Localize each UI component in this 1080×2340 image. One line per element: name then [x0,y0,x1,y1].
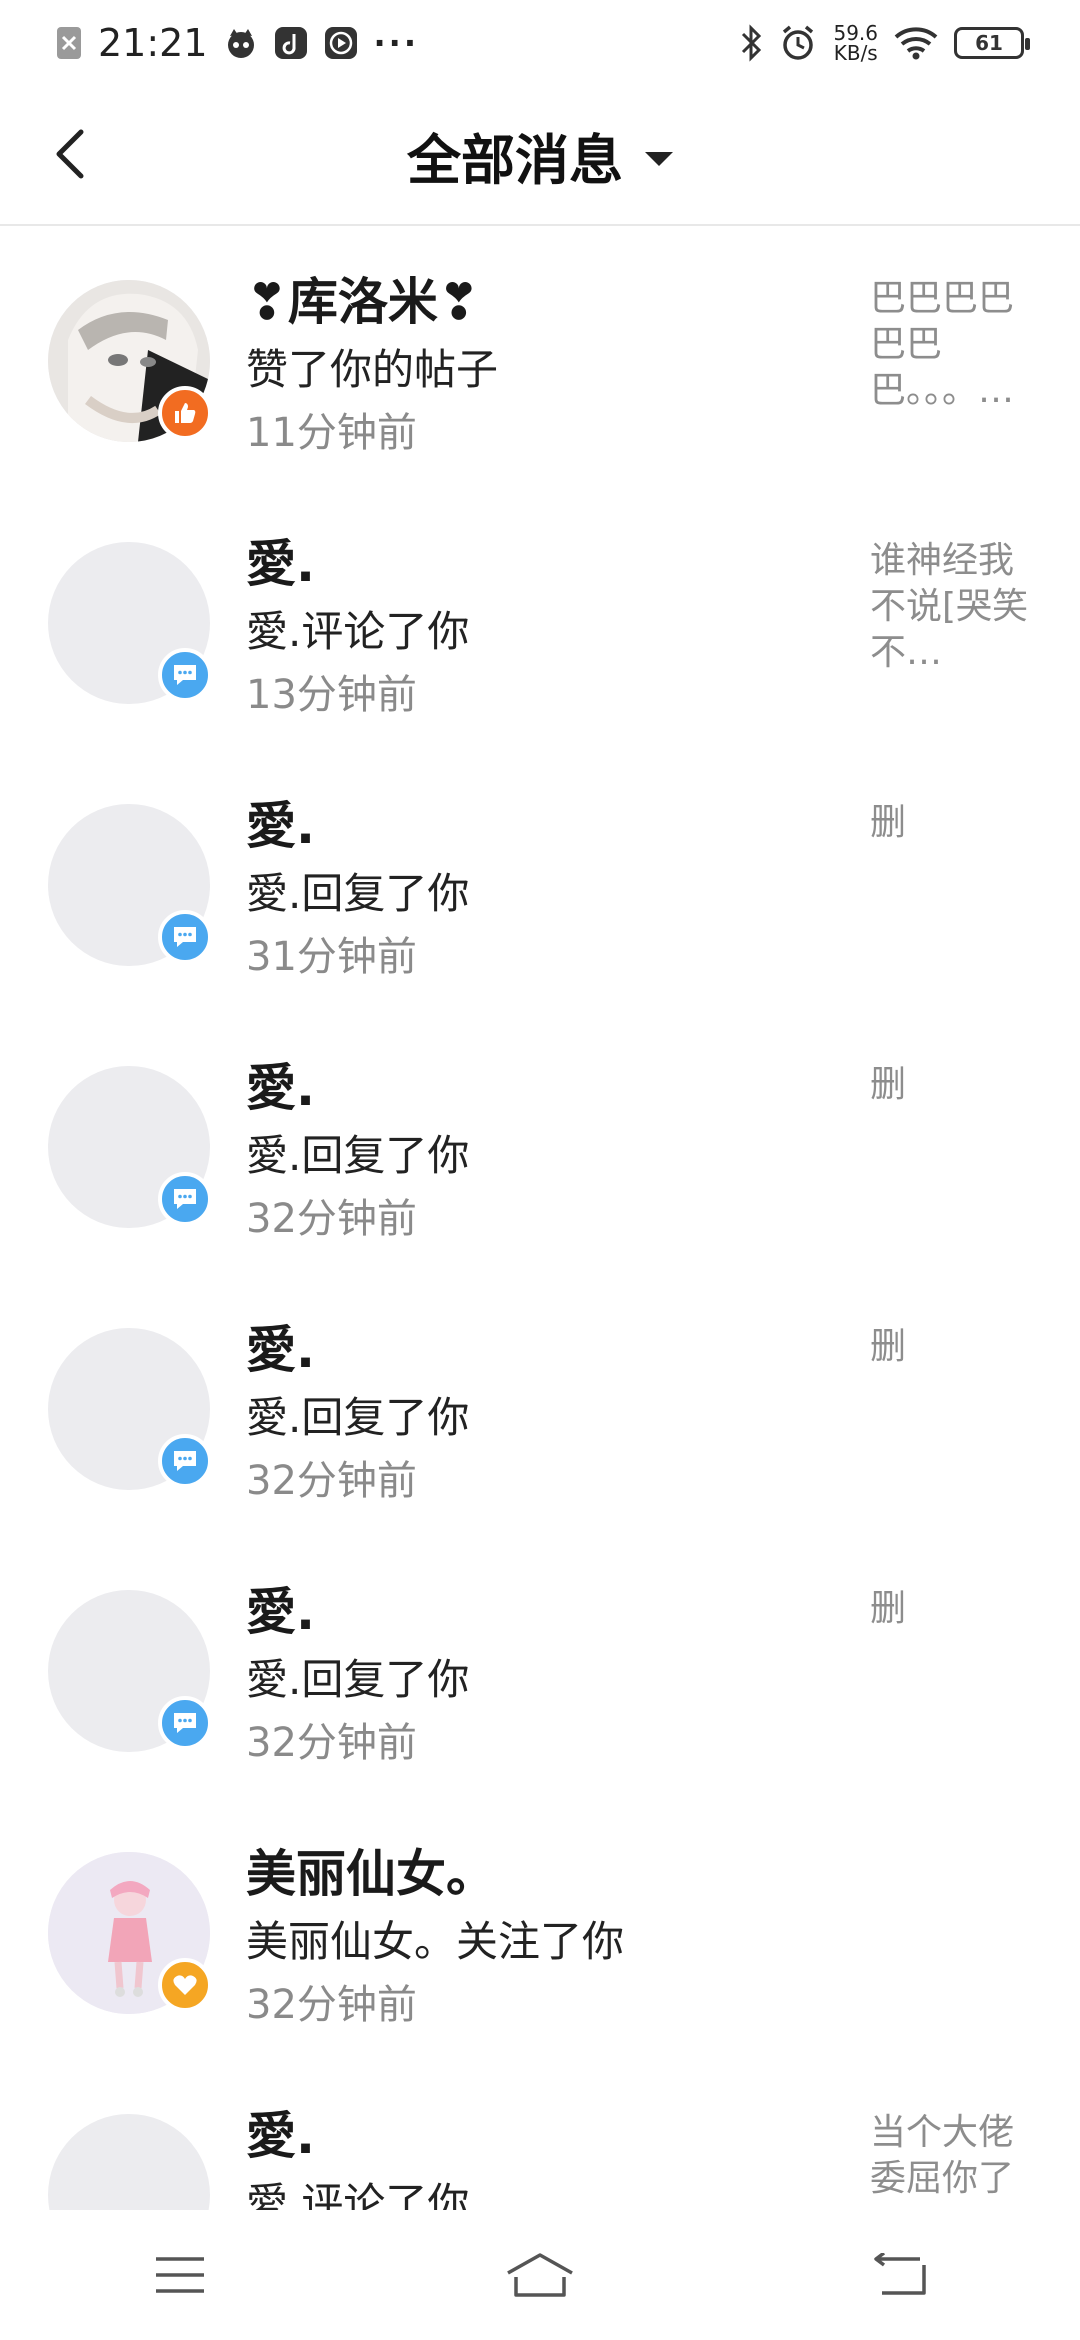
comment-icon [174,1713,196,1733]
avatar[interactable] [48,2114,210,2210]
message-item[interactable]: 美丽仙女。 美丽仙女。关注了你 32分钟前 [0,1798,1080,2060]
message-time: 32分钟前 [246,1720,417,1766]
like-badge [158,386,212,440]
network-speed: 59.6 KB/s [833,23,878,63]
message-preview[interactable]: 删 [870,1062,1030,1108]
message-time: 13分钟前 [246,672,417,718]
wifi-icon [894,25,938,61]
message-preview[interactable]: 巴巴巴巴巴巴巴。。。… [870,276,1030,414]
system-nav-bar [0,2210,1080,2340]
message-preview[interactable]: 当个大佬委屈你了 [870,2110,1030,2202]
music-app-icon [274,26,308,60]
message-list[interactable]: ❣库洛米❣ 赞了你的帖子 11分钟前 巴巴巴巴巴巴巴。。。… 愛. 愛.评论了你… [0,226,1080,2210]
comment-badge [158,648,212,702]
sender-name[interactable]: 愛. [246,1572,315,1644]
message-action: 愛.评论了你 [246,607,470,656]
video-app-icon [324,26,358,60]
message-item[interactable]: 愛. 愛.评论了你 当个大佬委屈你了 [0,2060,1080,2210]
status-bar: 21:21 ··· 59.6 KB/s 61 [0,0,1080,86]
page-title: 全部消息 [407,129,623,192]
battery-icon: 61 [954,27,1030,59]
message-action: 愛.回复了你 [246,1131,470,1180]
sender-name[interactable]: 愛. [246,786,315,858]
message-item[interactable]: ❣库洛米❣ 赞了你的帖子 11分钟前 巴巴巴巴巴巴巴。。。… [0,226,1080,488]
like-icon [175,403,196,423]
heart-icon [173,1975,197,1995]
sender-name[interactable]: 美丽仙女。 [246,1834,496,1906]
message-preview[interactable]: 删 [870,1586,1030,1632]
title-wrap: 全部消息 [0,116,1080,195]
comment-badge [158,910,212,964]
comment-badge [158,1696,212,1750]
sender-name[interactable]: 愛. [246,1048,315,1120]
sender-name[interactable]: 愛. [246,1310,315,1382]
nav-home-button[interactable] [480,2235,600,2315]
status-bar-left: 21:21 ··· [56,21,419,65]
menu-icon [156,2257,204,2293]
comment-icon [174,665,196,685]
message-action: 愛.回复了你 [246,869,470,918]
sender-name[interactable]: ❣库洛米❣ [246,262,480,334]
message-time: 32分钟前 [246,1982,417,2028]
sender-name[interactable]: 愛. [246,524,315,596]
comment-badge [158,1172,212,1226]
nav-menu-button[interactable] [120,2235,240,2315]
status-bar-right: 59.6 KB/s 61 [739,23,1030,63]
comment-badge [158,1434,212,1488]
message-preview[interactable]: 删 [870,1324,1030,1370]
message-action: 愛.回复了你 [246,1393,470,1442]
message-action: 赞了你的帖子 [246,345,499,394]
message-action: 愛.评论了你 [246,2179,470,2210]
message-item[interactable]: 愛. 愛.回复了你 32分钟前 删 [0,1012,1080,1274]
status-time: 21:21 [98,21,208,65]
message-preview[interactable]: 删 [870,800,1030,846]
bluetooth-icon [739,24,763,62]
message-time: 32分钟前 [246,1196,417,1242]
cat-app-icon [224,26,258,60]
comment-icon [174,927,196,947]
battery-level: 61 [975,31,1003,55]
back-icon [874,2253,926,2295]
message-time: 31分钟前 [246,934,417,980]
header: 全部消息 [0,86,1080,226]
message-time: 11分钟前 [246,410,417,456]
message-filter-dropdown[interactable]: 全部消息 [407,116,673,195]
message-action: 美丽仙女。关注了你 [246,1917,625,1966]
message-item[interactable]: 愛. 愛.评论了你 13分钟前 谁神经我不说[哭笑不… [0,488,1080,750]
message-preview[interactable]: 谁神经我不说[哭笑不… [870,538,1030,676]
nav-back-button[interactable] [840,2235,960,2315]
message-action: 愛.回复了你 [246,1655,470,1704]
message-item[interactable]: 愛. 愛.回复了你 31分钟前 删 [0,750,1080,1012]
more-notifications-icon: ··· [373,24,419,62]
network-speed-value: 59.6 [833,21,878,45]
message-item[interactable]: 愛. 愛.回复了你 32分钟前 删 [0,1274,1080,1536]
comment-icon [174,1189,196,1209]
follow-badge [158,1958,212,2012]
message-item[interactable]: 愛. 愛.回复了你 32分钟前 删 [0,1536,1080,1798]
sender-name[interactable]: 愛. [246,2096,315,2168]
home-icon [507,2253,573,2297]
caret-down-icon [645,151,673,166]
message-time: 32分钟前 [246,1458,417,1504]
comment-icon [174,1451,196,1471]
no-sim-icon [56,26,82,60]
alarm-icon [779,24,817,62]
network-speed-unit: KB/s [833,41,878,65]
